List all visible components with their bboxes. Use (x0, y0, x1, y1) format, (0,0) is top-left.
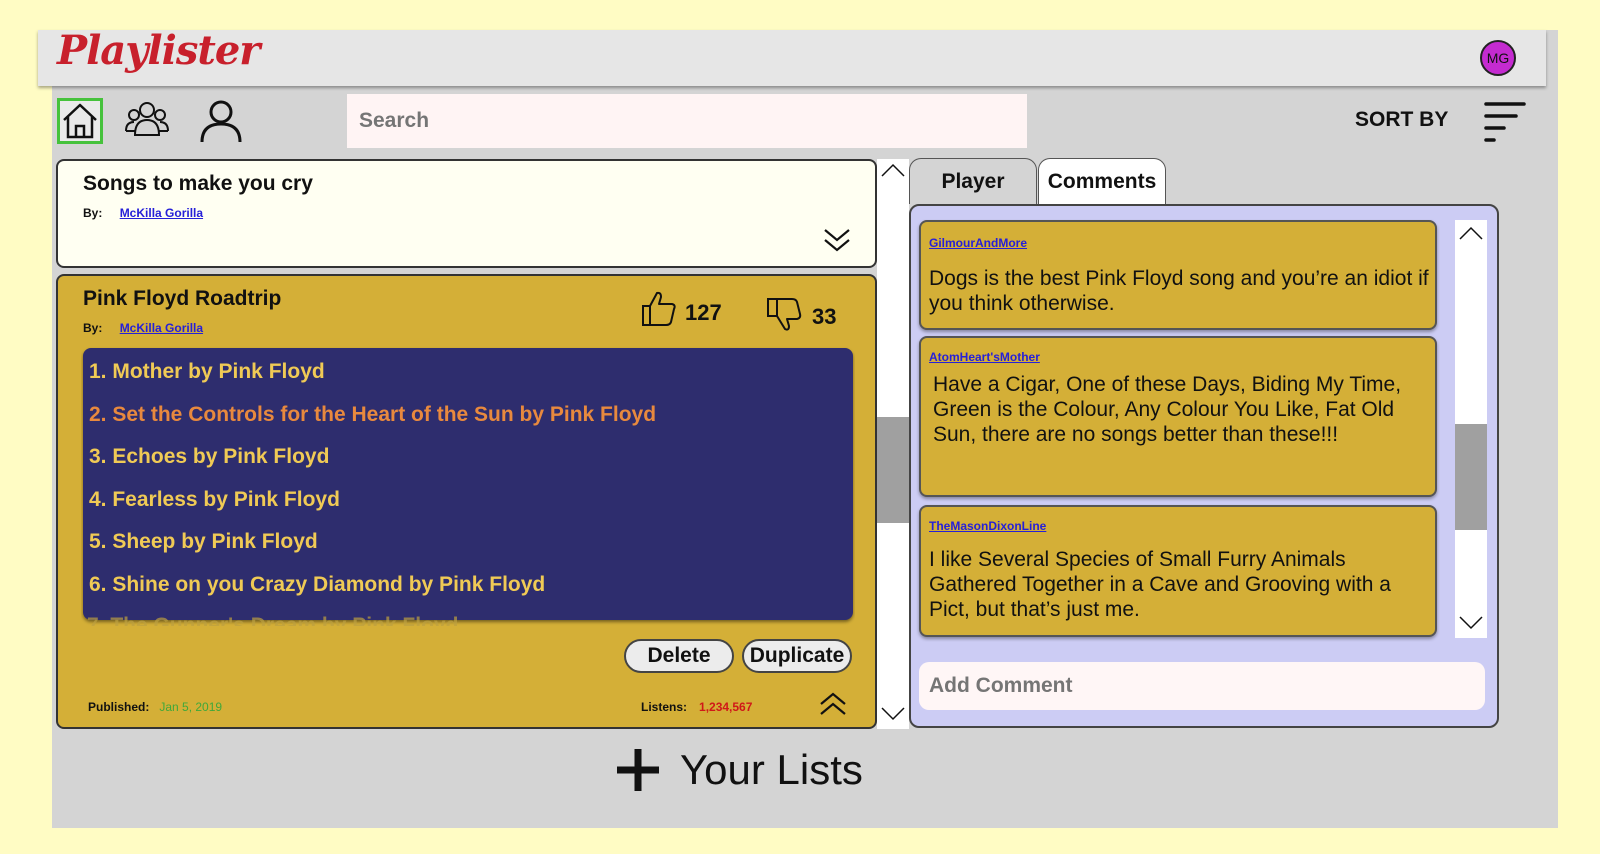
add-list-button[interactable]: Your Lists (614, 742, 863, 798)
song-list: 1. Mother by Pink Floyd 2. Set the Contr… (83, 348, 853, 620)
song-item[interactable]: 5. Sheep by Pink Floyd (89, 530, 318, 554)
thumbs-down-icon[interactable] (765, 296, 803, 334)
search-input[interactable] (347, 94, 1027, 148)
add-comment-input[interactable] (919, 662, 1485, 710)
author-link[interactable]: McKilla Gorilla (120, 321, 203, 335)
published-date: Jan 5, 2019 (159, 700, 223, 714)
by-label: By: (83, 206, 103, 220)
comment-card: GilmourAndMore Dogs is the best Pink Flo… (919, 220, 1437, 330)
comment-author-link[interactable]: AtomHeart'sMother (929, 350, 1040, 364)
home-icon[interactable] (57, 98, 103, 144)
sort-by-label[interactable]: SORT BY (1355, 108, 1448, 132)
song-item[interactable]: 7. The Gunner's Dream by Pink Floyd (87, 614, 458, 626)
published-label: Published: (88, 700, 150, 714)
scrollbar-thumb[interactable] (877, 417, 909, 523)
comment-text: Dogs is the best Pink Floyd song and you… (929, 267, 1429, 315)
tab-comments[interactable]: Comments (1038, 158, 1166, 204)
comment-card: AtomHeart'sMother Have a Cigar, One of t… (919, 336, 1437, 497)
scroll-up-icon[interactable] (881, 163, 905, 177)
comment-text: I like Several Species of Small Furry An… (929, 548, 1391, 621)
song-item-playing[interactable]: 2. Set the Controls for the Heart of the… (89, 403, 656, 427)
collapse-chevron-icon[interactable] (819, 691, 847, 717)
groups-icon[interactable] (124, 98, 170, 144)
scrollbar-thumb[interactable] (1455, 424, 1487, 530)
song-item[interactable]: 1. Mother by Pink Floyd (89, 360, 325, 384)
comments-scrollbar[interactable] (1455, 220, 1487, 638)
playlist-title: Songs to make you cry (83, 172, 313, 195)
user-icon[interactable] (198, 98, 244, 144)
app-logo: Playlister (57, 27, 260, 74)
scroll-down-icon[interactable] (881, 707, 905, 721)
dislike-count: 33 (812, 304, 837, 329)
duplicate-button[interactable]: Duplicate (742, 639, 852, 673)
playlist-scrollbar[interactable] (877, 159, 909, 729)
user-avatar[interactable]: MG (1480, 40, 1516, 76)
comments-panel: GilmourAndMore Dogs is the best Pink Flo… (909, 204, 1499, 728)
app-window: Playlister MG SORT BY (38, 27, 1558, 828)
playlist-list: Songs to make you cry By: McKilla Gorill… (56, 159, 923, 731)
plus-icon[interactable] (614, 746, 662, 794)
comment-card: TheMasonDixonLine I like Several Species… (919, 505, 1437, 637)
like-count: 127 (685, 300, 722, 325)
listens-info: Listens: 1,234,567 (641, 700, 752, 714)
scroll-down-icon[interactable] (1459, 616, 1483, 630)
playlist-byline: By: McKilla Gorilla (83, 321, 203, 335)
delete-button[interactable]: Delete (624, 639, 734, 673)
playlist-card[interactable]: Songs to make you cry By: McKilla Gorill… (56, 159, 877, 268)
published-info: Published: Jan 5, 2019 (88, 700, 222, 714)
sort-icon[interactable] (1482, 100, 1528, 144)
thumbs-up-icon[interactable] (640, 289, 678, 327)
playlist-byline: By: McKilla Gorilla (83, 206, 203, 220)
author-link[interactable]: McKilla Gorilla (120, 206, 203, 220)
comment-author-link[interactable]: TheMasonDixonLine (929, 519, 1046, 533)
song-list-viewport: 1. Mother by Pink Floyd 2. Set the Contr… (81, 346, 855, 626)
song-item[interactable]: 3. Echoes by Pink Floyd (89, 445, 329, 469)
by-label: By: (83, 321, 103, 335)
listens-count: 1,234,567 (699, 700, 753, 714)
expand-chevron-icon[interactable] (823, 227, 851, 253)
top-banner: Playlister MG (38, 27, 1546, 86)
song-item[interactable]: 4. Fearless by Pink Floyd (89, 488, 340, 512)
playlist-card-expanded[interactable]: Pink Floyd Roadtrip By: McKilla Gorilla … (56, 274, 877, 729)
song-item[interactable]: 6. Shine on you Crazy Diamond by Pink Fl… (89, 573, 545, 597)
comment-text: Have a Cigar, One of these Days, Biding … (933, 373, 1402, 446)
comment-author-link[interactable]: GilmourAndMore (929, 236, 1027, 250)
your-lists-label: Your Lists (680, 746, 863, 793)
listens-label: Listens: (641, 700, 688, 714)
playlist-title: Pink Floyd Roadtrip (83, 287, 282, 310)
scroll-up-icon[interactable] (1459, 226, 1483, 240)
tab-player[interactable]: Player (909, 158, 1037, 204)
